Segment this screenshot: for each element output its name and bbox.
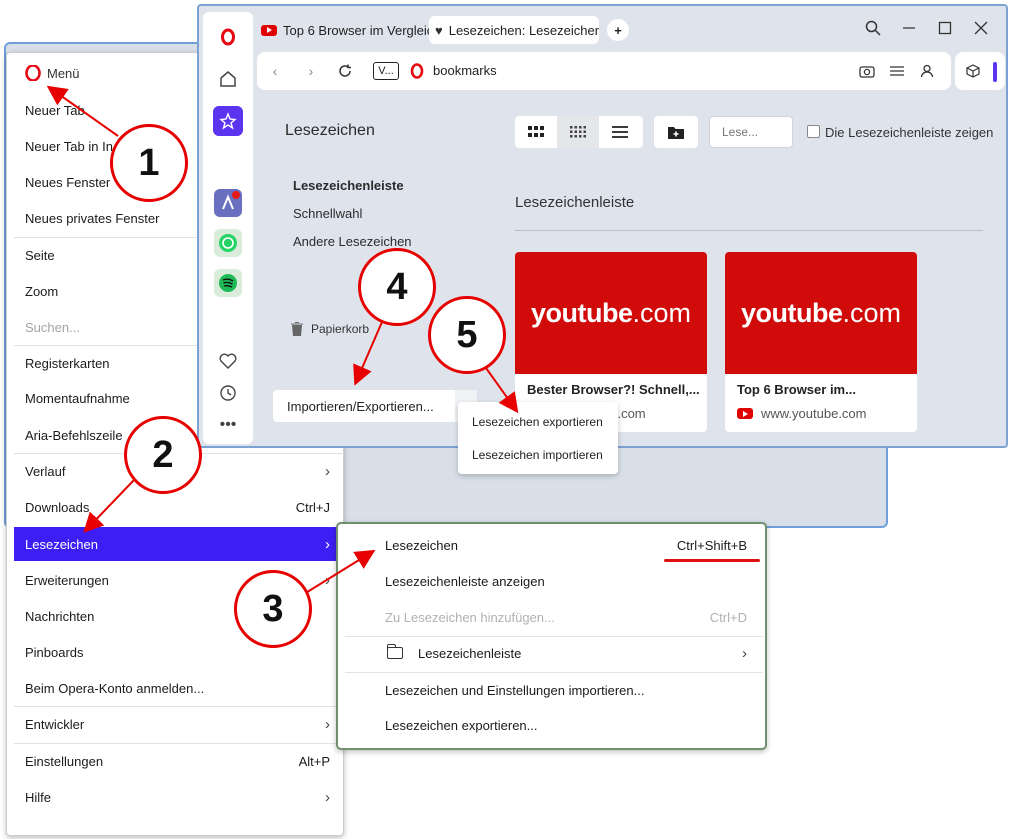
vpn-badge[interactable]: V... [373,62,399,80]
large-grid-icon[interactable] [515,116,557,148]
youtube-icon [261,24,277,36]
minimize-icon[interactable] [897,16,921,40]
new-folder-icon [668,126,684,139]
address-bar: ‹ › V... bookmarks [257,52,951,90]
sidebar: ••• [203,12,253,444]
tab-bar: Top 6 Browser im Vergleich ♥ Lesezeichen:… [257,14,1006,46]
bookmark-card[interactable]: youtube .com Top 6 Browser im... www.yout… [725,252,917,432]
forward-icon[interactable]: › [301,62,321,80]
section-divider [515,230,983,231]
import-export-button[interactable]: Importieren/Exportieren... [273,390,461,422]
shortcut-label: Ctrl+Shift+B [676,537,747,553]
menu-item-bookmarks[interactable]: Lesezeichen › [14,527,344,561]
chevron-right-icon: › [325,462,330,480]
back-icon[interactable]: ‹ [265,62,285,80]
easy-setup-icon[interactable] [887,62,907,80]
new-folder-button[interactable] [654,116,698,148]
nav-bookmarks-bar[interactable]: Lesezeichenleiste [293,178,404,193]
whatsapp-icon[interactable] [213,228,243,258]
browser-window: ••• Top 6 Browser im Vergleich ♥ Lesezeic… [197,4,1008,448]
shortcut-underline [664,559,760,562]
maximize-icon[interactable] [933,16,957,40]
import-bookmarks-option[interactable]: Lesezeichen importieren [472,448,603,462]
show-bookmarks-bar-checkbox[interactable] [807,125,820,138]
menu-item-sign-in[interactable]: Beim Opera-Konto anmelden... [14,671,344,705]
annotation-badge: 5 [428,296,506,374]
heart-filled-icon: ♥ [435,22,443,38]
bookmark-search-input[interactable] [709,116,793,148]
annotation-badge: 4 [358,248,436,326]
chevron-right-icon: › [325,788,330,806]
chevron-right-icon: › [325,715,330,733]
tab-bookmarks[interactable]: ♥ Lesezeichen: Lesezeichenl [429,16,599,44]
history-clock-icon[interactable] [213,378,243,408]
menu-item-downloads[interactable]: Downloads Ctrl+J [14,490,344,524]
card-title: Top 6 Browser im... [737,382,856,397]
nav-other-bookmarks[interactable]: Andere Lesezeichen [293,234,412,249]
reload-icon[interactable] [335,62,355,80]
close-icon[interactable] [969,16,993,40]
section-title: Lesezeichenleiste [515,194,635,211]
address-text[interactable]: bookmarks [433,63,497,78]
submenu-item-bookmarks[interactable]: Lesezeichen Ctrl+Shift+B [338,528,765,562]
menu-item-developer[interactable]: Entwickler › [14,707,344,741]
menu-title: Menü [47,65,80,81]
submenu-item-import[interactable]: Lesezeichen und Einstellungen importiere… [338,673,765,707]
search-icon[interactable] [861,16,885,40]
chevron-right-icon: › [325,535,330,553]
profile-indicator [993,62,997,82]
home-icon[interactable] [213,64,243,94]
submenu-item-bookmarks-bar-folder[interactable]: Lesezeichenleiste › [338,636,765,670]
tab-top6-browser[interactable]: Top 6 Browser im Vergleich [261,16,429,44]
submenu-item-show-bookmarks-bar[interactable]: Lesezeichenleiste anzeigen [338,564,765,598]
small-grid-icon[interactable] [557,116,599,148]
nav-speed-dial[interactable]: Schnellwahl [293,206,362,221]
new-tab-button[interactable]: + [607,19,629,41]
card-url: www.youtube.com [737,406,867,421]
more-dots-icon[interactable]: ••• [213,410,243,440]
heart-icon[interactable] [213,346,243,376]
menu-item-settings[interactable]: Einstellungen Alt+P [14,744,344,778]
annotation-badge: 2 [124,416,202,494]
view-toggle-group [515,116,643,148]
spotify-icon[interactable] [213,268,243,298]
annotation-badge: 3 [234,570,312,648]
page-title: Lesezeichen [285,122,375,139]
card-title: Bester Browser?! Schnell,... [527,382,700,397]
bookmarks-submenu: Lesezeichen Ctrl+Shift+B Lesezeichenleist… [336,522,767,750]
list-view-icon[interactable] [599,116,641,148]
card-thumbnail: youtube .com [515,252,707,374]
camera-icon[interactable] [857,62,877,80]
account-icon[interactable] [917,62,937,80]
submenu-item-export[interactable]: Lesezeichen exportieren... [338,708,765,742]
chevron-right-icon: › [325,571,330,589]
submenu-item-add-bookmark: Zu Lesezeichen hinzufügen... Ctrl+D [385,609,747,625]
folder-icon [386,644,403,659]
opera-logo-icon [407,62,427,80]
trash-icon [291,322,303,336]
export-bookmarks-option[interactable]: Lesezeichen exportieren [472,415,603,429]
aria-icon[interactable] [213,188,243,218]
extensions-area [955,52,1005,90]
youtube-icon [737,408,753,419]
bookmarks-star-icon[interactable] [213,106,243,136]
show-bookmarks-bar-label: Die Lesezeichenleiste zeigen [825,125,994,140]
import-export-dropdown: Lesezeichen exportieren Lesezeichen impo… [458,402,618,474]
menu-item-help[interactable]: Hilfe › [14,780,344,814]
opera-logo-icon [25,65,41,81]
opera-logo-icon[interactable] [213,22,243,52]
card-thumbnail: youtube .com [725,252,917,374]
trash-link[interactable]: Papierkorb [291,322,369,336]
annotation-badge: 1 [110,124,188,202]
extensions-cube-icon[interactable] [963,62,983,80]
chevron-right-icon: › [742,644,747,662]
